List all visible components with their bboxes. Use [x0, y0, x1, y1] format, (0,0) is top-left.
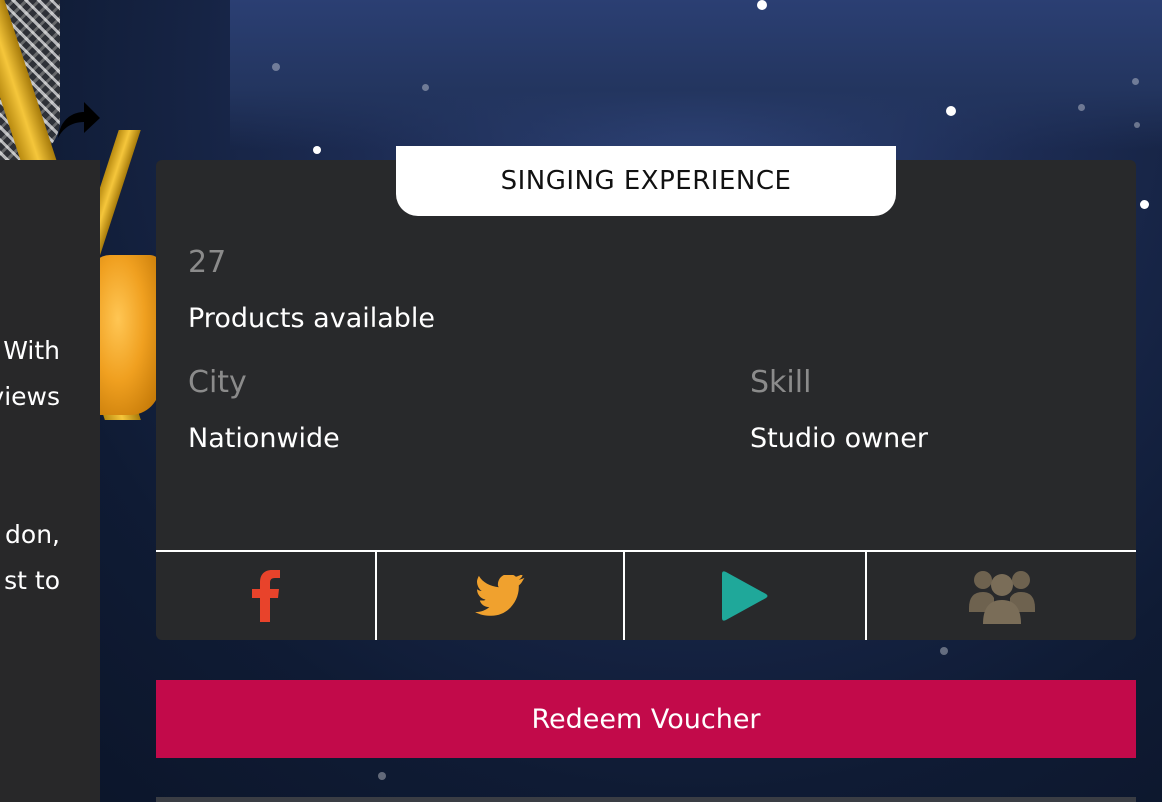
skill-label: Skill: [750, 365, 812, 400]
star-decoration: [1140, 200, 1149, 209]
group-button[interactable]: [867, 552, 1136, 640]
description-panel: With views don, st to: [0, 160, 100, 802]
star-decoration: [757, 0, 767, 10]
description-line: st to: [4, 566, 60, 595]
group-icon: [968, 571, 1035, 624]
star-decoration: [272, 63, 280, 71]
experience-card: SINGING EXPERIENCE 27 Products available…: [156, 146, 1136, 642]
facebook-icon: [251, 570, 280, 622]
star-decoration: [1132, 78, 1139, 85]
products-label: Products available: [188, 303, 436, 334]
skill-value: Studio owner: [750, 423, 929, 454]
city-value: Nationwide: [188, 423, 340, 454]
twitter-button[interactable]: [377, 552, 625, 640]
star-decoration: [940, 647, 948, 655]
description-line: don,: [5, 520, 60, 549]
star-decoration: [313, 146, 321, 154]
star-decoration: [1134, 122, 1140, 128]
play-icon: [722, 571, 768, 621]
star-decoration: [422, 84, 429, 91]
card-title: SINGING EXPERIENCE: [396, 146, 896, 216]
play-button[interactable]: [625, 552, 867, 640]
social-links: [156, 550, 1136, 642]
redeem-voucher-button[interactable]: Redeem Voucher: [156, 680, 1136, 758]
share-icon[interactable]: [56, 100, 102, 147]
star-decoration: [1078, 104, 1085, 111]
city-label: City: [188, 365, 247, 400]
facebook-button[interactable]: [156, 552, 377, 640]
description-line: With: [3, 336, 60, 365]
star-decoration: [378, 772, 386, 780]
star-decoration: [946, 106, 956, 116]
description-line: views: [0, 382, 60, 411]
background-curtain: [230, 0, 1162, 150]
divider: [156, 797, 1136, 802]
twitter-icon: [475, 575, 525, 616]
products-count: 27: [188, 245, 227, 280]
trophy-image: [90, 255, 160, 415]
